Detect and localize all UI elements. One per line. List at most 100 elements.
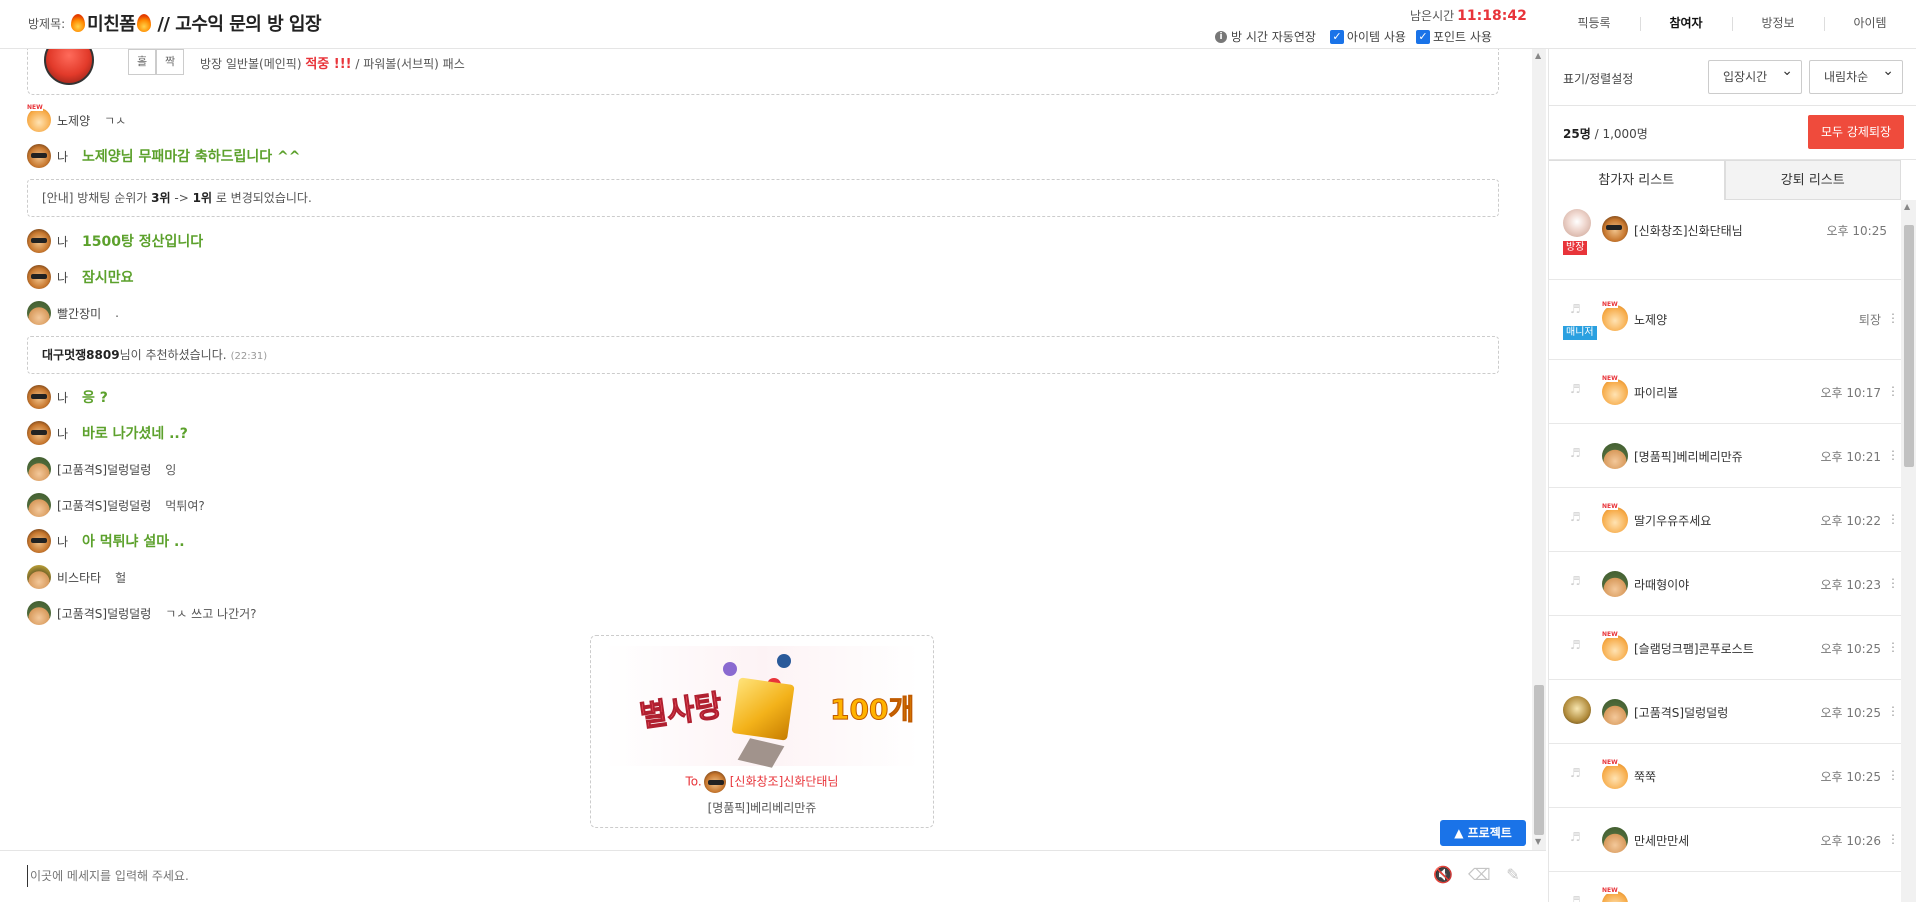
- user-avatar[interactable]: [27, 565, 51, 589]
- nav-pick-register[interactable]: 픽등록: [1548, 0, 1640, 48]
- message-text: 잉: [165, 462, 177, 477]
- muted-icon: ♬: [1570, 574, 1581, 588]
- more-vertical-icon[interactable]: ⋮: [1887, 448, 1899, 462]
- muted-icon: ♬: [1570, 638, 1581, 652]
- point-use-checkbox[interactable]: ✓: [1415, 29, 1430, 44]
- eraser-icon[interactable]: ⌫: [1468, 865, 1491, 884]
- participant-row[interactable]: ♬ 파이리볼 오후 10:17 ⋮: [1549, 360, 1901, 424]
- participant-name[interactable]: 쭉쭉: [1634, 768, 1656, 785]
- participant-row[interactable]: ♬: [1549, 872, 1901, 902]
- nav-room-info[interactable]: 방정보: [1732, 0, 1824, 48]
- scroll-up-icon[interactable]: ▲: [1904, 202, 1910, 211]
- user-avatar[interactable]: [27, 301, 51, 325]
- message-author[interactable]: [고품격S]덜렁덜렁: [57, 461, 151, 478]
- participant-name[interactable]: [고품격S]덜렁덜렁: [1634, 704, 1728, 721]
- protect-button[interactable]: ▲ 프로젝트: [1440, 820, 1526, 846]
- tab-kicked[interactable]: 강퇴 리스트: [1724, 160, 1901, 200]
- sort-field-select[interactable]: 입장시간: [1708, 55, 1802, 94]
- message-author[interactable]: 비스타타: [57, 569, 101, 586]
- message-text: 노제양님 무패마감 축하드립니다 ^^: [82, 149, 301, 165]
- more-vertical-icon[interactable]: ⋮: [1887, 768, 1899, 782]
- gift-shadow: [737, 738, 785, 768]
- participant-name[interactable]: [신화창조]신화단태님: [1634, 222, 1743, 239]
- host-photo-avatar: [1563, 209, 1591, 237]
- participant-name[interactable]: 만세만만세: [1634, 832, 1689, 849]
- chat-scrollbar[interactable]: ▲ ▼: [1532, 49, 1546, 850]
- participant-scrollbar[interactable]: ▲: [1901, 200, 1916, 902]
- more-vertical-icon[interactable]: ⋮: [1887, 512, 1899, 526]
- participant-row[interactable]: ♬ 매니저 노제양 퇴장 ⋮: [1549, 280, 1901, 360]
- chat-message-mine: 나 1500탕 정산입니다: [27, 229, 203, 253]
- user-avatar[interactable]: [27, 457, 51, 481]
- gift-title: 별사탕: [637, 688, 725, 735]
- point-use-label[interactable]: 포인트 사용: [1433, 28, 1492, 45]
- notice-rank-old: 3위: [151, 191, 171, 205]
- my-avatar: [27, 529, 51, 553]
- kick-all-button[interactable]: 모두 강제퇴장: [1808, 115, 1904, 149]
- participant-tabs: 참가자 리스트 강퇴 리스트: [1549, 160, 1901, 200]
- message-author[interactable]: [고품격S]덜렁덜렁: [57, 497, 151, 514]
- remain-label: 남은시간: [1410, 9, 1455, 23]
- more-vertical-icon[interactable]: ⋮: [1887, 576, 1899, 590]
- user-avatar[interactable]: [27, 493, 51, 517]
- message-author[interactable]: [고품격S]덜렁덜렁: [57, 605, 151, 622]
- participant-avatar: [1602, 443, 1628, 469]
- more-vertical-icon[interactable]: ⋮: [1887, 704, 1899, 718]
- sort-order-select[interactable]: 내림차순: [1809, 55, 1903, 94]
- auto-extend-label[interactable]: 방 시간 자동연장: [1231, 28, 1316, 45]
- participant-row[interactable]: ♬ [명품픽]베리베리만쥬 오후 10:21 ⋮: [1549, 424, 1901, 488]
- chat-message: [고품격S]덜렁덜렁 잉: [27, 457, 176, 481]
- chat-scroll-thumb[interactable]: [1534, 685, 1544, 835]
- participant-time: 오후 10:22: [1820, 514, 1881, 528]
- participant-time: 오후 10:25: [1820, 706, 1881, 720]
- participant-row[interactable]: ♬ 딸기우유주세요 오후 10:22 ⋮: [1549, 488, 1901, 552]
- mute-icon[interactable]: 🔇: [1432, 865, 1454, 884]
- chat-message-mine: 나 응 ?: [27, 385, 108, 409]
- message-text: .: [115, 306, 119, 320]
- tab-participants[interactable]: 참가자 리스트: [1549, 160, 1725, 200]
- participant-name[interactable]: [슬램덩크팸]콘푸로스트: [1634, 640, 1754, 657]
- new-user-avatar[interactable]: [27, 104, 51, 132]
- participant-row[interactable]: ♬ 만세만만세 오후 10:26 ⋮: [1549, 808, 1901, 872]
- more-vertical-icon[interactable]: ⋮: [1887, 640, 1899, 654]
- more-vertical-icon[interactable]: ⋮: [1887, 311, 1899, 325]
- participant-scroll-thumb[interactable]: [1904, 225, 1914, 467]
- message-author[interactable]: 노제양: [57, 112, 90, 129]
- user-avatar[interactable]: [27, 601, 51, 625]
- participant-row[interactable]: ♬ [슬램덩크팸]콘푸로스트 오후 10:25 ⋮: [1549, 616, 1901, 680]
- participant-name[interactable]: 파이리볼: [1634, 384, 1678, 401]
- rank-notice: [안내] 방채팅 순위가 3위 -> 1위 로 변경되었습니다.: [27, 179, 1499, 217]
- more-vertical-icon[interactable]: ⋮: [1887, 832, 1899, 846]
- participant-row[interactable]: [고품격S]덜렁덜렁 오후 10:25 ⋮: [1549, 680, 1901, 744]
- participant-name[interactable]: 라때형이야: [1634, 576, 1689, 593]
- participant-row[interactable]: ♬ 라때형이야 오후 10:23 ⋮: [1549, 552, 1901, 616]
- recommender-name: 대구멋쟁8809: [42, 348, 120, 362]
- my-avatar: [27, 385, 51, 409]
- item-use-label[interactable]: 아이템 사용: [1347, 28, 1406, 45]
- more-vertical-icon[interactable]: ⋮: [1887, 384, 1899, 398]
- gift-to-user[interactable]: [신화창조]신화단태님: [730, 775, 839, 789]
- participant-name[interactable]: 딸기우유주세요: [1634, 512, 1711, 529]
- participant-row[interactable]: 방장 [신화창조]신화단태님 오후 10:25: [1549, 200, 1901, 280]
- participant-name[interactable]: 노제양: [1634, 311, 1667, 328]
- nav-participants[interactable]: 참여자: [1640, 0, 1732, 48]
- notice-arrow: ->: [174, 191, 189, 205]
- title-suffix: // 고수익 문의 방 입장: [157, 14, 322, 35]
- participant-row[interactable]: ♬ 쭉쭉 오후 10:25 ⋮: [1549, 744, 1901, 808]
- nav-items[interactable]: 아이템: [1824, 0, 1916, 48]
- scroll-down-icon[interactable]: ▼: [1535, 837, 1541, 846]
- item-use-checkbox[interactable]: ✓: [1329, 29, 1344, 44]
- gift-sender[interactable]: [명품픽]베리베리만쥬: [591, 799, 933, 816]
- message-input[interactable]: [27, 865, 1127, 887]
- manager-badge: 매니저: [1563, 326, 1597, 340]
- info-icon[interactable]: i: [1215, 30, 1227, 43]
- title-prefix: 방제목:: [28, 16, 66, 31]
- odd-button[interactable]: 홀: [128, 49, 156, 75]
- participant-name[interactable]: [명품픽]베리베리만쥬: [1634, 448, 1743, 465]
- scroll-up-icon[interactable]: ▲: [1535, 51, 1541, 60]
- participant-time: 오후 10:25: [1820, 770, 1881, 784]
- message-author[interactable]: 빨간장미: [57, 305, 101, 322]
- message-input-bar: 🔇 ⌫ ✎: [0, 850, 1546, 902]
- magic-wand-icon[interactable]: ✎: [1502, 865, 1524, 884]
- even-button[interactable]: 짝: [156, 49, 184, 75]
